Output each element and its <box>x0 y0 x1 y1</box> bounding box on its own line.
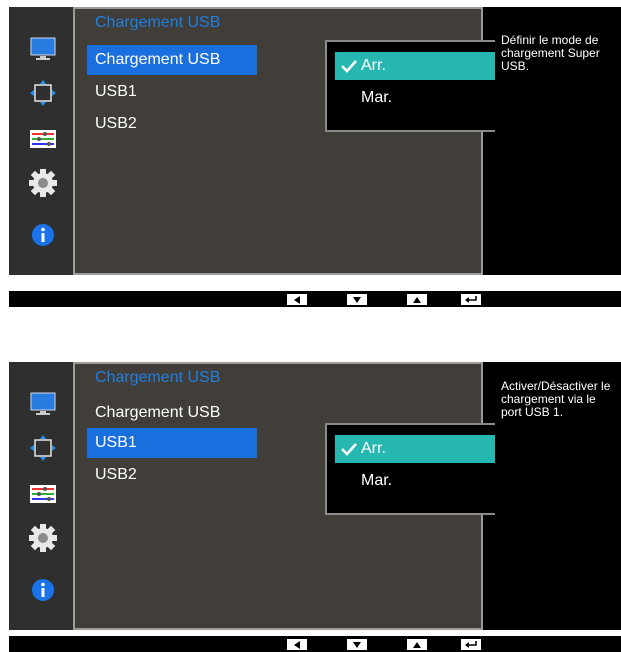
position-arrows-icon[interactable] <box>27 79 59 107</box>
checkmark-icon <box>341 443 357 456</box>
menu-title: Chargement USB <box>95 14 221 31</box>
description-line: USB. <box>501 59 530 73</box>
color-adjust-icon[interactable] <box>27 480 59 508</box>
description-panel: Définir le mode de chargement Super USB. <box>495 7 621 275</box>
left-arrow-icon[interactable] <box>287 294 307 305</box>
option-label: Arr. <box>361 440 386 457</box>
info-icon[interactable] <box>27 576 59 604</box>
menu-item-usb2[interactable]: USB2 <box>87 109 257 139</box>
menu-item-chargement-usb[interactable]: Chargement USB <box>87 45 257 75</box>
down-arrow-icon[interactable] <box>347 294 367 305</box>
left-arrow-icon[interactable] <box>287 639 307 650</box>
checkmark-icon <box>341 60 357 73</box>
osd-sidebar <box>9 7 73 275</box>
info-icon[interactable] <box>27 221 59 249</box>
description-line: port USB 1. <box>501 405 564 419</box>
menu-title: Chargement USB <box>95 369 221 386</box>
up-arrow-icon[interactable] <box>407 294 427 305</box>
option-label: Arr. <box>361 57 386 74</box>
description-panel: Activer/Désactiver le chargement via le … <box>495 362 621 630</box>
osd-panel-1: Chargement USB Chargement USB USB1 USB2 … <box>9 7 621 275</box>
position-arrows-icon[interactable] <box>27 434 59 462</box>
down-arrow-icon[interactable] <box>347 639 367 650</box>
option-label: Mar. <box>361 472 393 489</box>
osd-menu: Chargement USB Chargement USB USB1 USB2 … <box>73 7 537 275</box>
monitor-icon[interactable] <box>27 35 59 63</box>
osd-menu: Chargement USB Chargement USB USB1 USB2 … <box>73 362 537 630</box>
menu-item-chargement-usb[interactable]: Chargement USB <box>87 398 257 428</box>
menu-item-usb2[interactable]: USB2 <box>87 460 257 490</box>
option-label: Mar. <box>361 89 393 106</box>
menu-item-usb1[interactable]: USB1 <box>87 428 257 458</box>
up-arrow-icon[interactable] <box>407 639 427 650</box>
nav-bar-1 <box>9 291 621 307</box>
monitor-icon[interactable] <box>27 390 59 418</box>
color-adjust-icon[interactable] <box>27 125 59 153</box>
osd-sidebar <box>9 362 73 630</box>
gear-icon[interactable] <box>27 169 59 197</box>
enter-icon[interactable] <box>461 294 481 305</box>
gear-icon[interactable] <box>27 524 59 552</box>
nav-bar-2 <box>9 636 621 652</box>
menu-item-usb1[interactable]: USB1 <box>87 77 257 107</box>
osd-panel-2: Chargement USB Chargement USB USB1 USB2 … <box>9 362 621 630</box>
enter-icon[interactable] <box>461 639 481 650</box>
